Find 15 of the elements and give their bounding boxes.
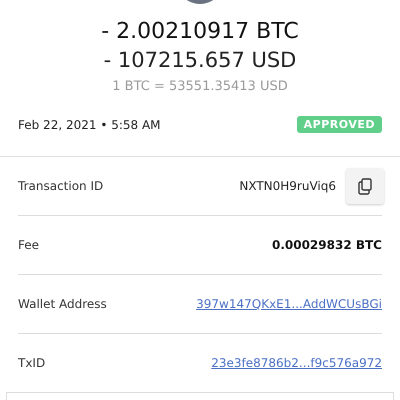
transaction-id: NXTN0H9ruViq6	[239, 179, 336, 193]
status-badge: APPROVED	[296, 116, 382, 133]
transaction-date: Feb 22, 2021 • 5:58 AM	[18, 118, 161, 132]
detail-label: TxID	[18, 356, 46, 370]
copy-button[interactable]	[346, 168, 384, 204]
crypto-amount: - 2.00210917 BTC	[101, 18, 299, 46]
exchange-rate: 1 BTC = 53551.35413 USD	[112, 79, 288, 94]
fiat-amount: - 107215.657 USD	[104, 47, 296, 74]
detail-link[interactable]: 23e3fe8786b2...f9c576a972	[211, 356, 382, 370]
detail-label: Transaction ID	[18, 179, 104, 193]
detail-label: Fee	[18, 238, 40, 252]
fee-value: 0.00029832 BTC	[272, 238, 382, 252]
detail-link[interactable]: 397w147QKxE1...AddWCUsBGi	[196, 297, 382, 311]
copy-icon	[358, 178, 372, 194]
detail-label: Wallet Address	[18, 297, 107, 311]
